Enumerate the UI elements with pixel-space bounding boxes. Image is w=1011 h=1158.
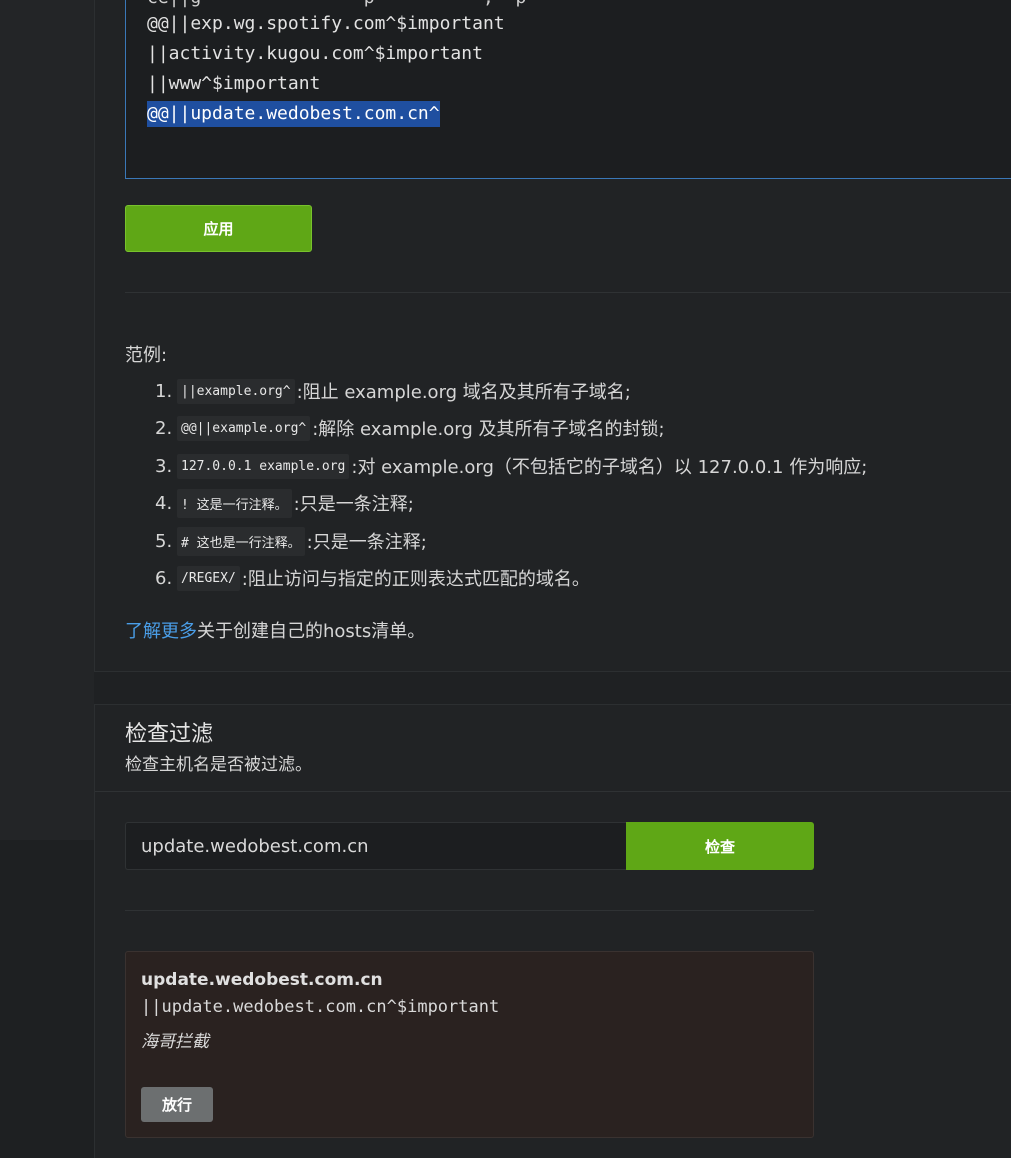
- example-item: 4. ! 这是一行注释。 :只是一条注释;: [155, 488, 414, 518]
- allow-button[interactable]: 放行: [141, 1087, 213, 1122]
- editor-line-1: @@||exp.wg.spotify.com^$important: [147, 13, 505, 34]
- example-number: 2.: [155, 417, 173, 439]
- card-header-divider: [95, 791, 1011, 792]
- example-text: :只是一条注释;: [293, 494, 414, 515]
- example-code: ||example.org^: [177, 378, 295, 404]
- example-number: 4.: [155, 492, 173, 514]
- left-background-bottom: [0, 840, 94, 1158]
- example-item: 6. /REGEX/ :阻止访问与指定的正则表达式匹配的域名。: [155, 563, 590, 593]
- editor-line-3: ||www^$important: [147, 73, 321, 94]
- example-item: 5. # 这也是一行注释。 :只是一条注释;: [155, 526, 427, 556]
- learn-more-link[interactable]: 了解更多: [125, 621, 197, 642]
- editor-line-4-selected: @@||update.wedobest.com.cn^: [147, 101, 440, 127]
- check-button[interactable]: 检查: [626, 822, 814, 870]
- example-number: 1.: [155, 380, 173, 402]
- example-code: ! 这是一行注释。: [177, 488, 292, 518]
- custom-rules-editor[interactable]: ce||g p , p @@||exp.wg.spotify.com^$impo…: [125, 0, 1011, 179]
- result-divider: [125, 910, 814, 911]
- example-number: 5.: [155, 530, 173, 552]
- learn-more-suffix: 关于创建自己的hosts清单。: [197, 621, 426, 642]
- editor-line-partial: ce||g p , p: [147, 0, 526, 11]
- hostname-input[interactable]: [125, 822, 626, 870]
- example-number: 3.: [155, 455, 173, 477]
- example-text: :阻止 example.org 域名及其所有子域名;: [296, 382, 631, 403]
- section-divider: [125, 292, 1011, 293]
- example-code: @@||example.org^: [177, 415, 311, 441]
- apply-button[interactable]: 应用: [125, 205, 312, 252]
- example-number: 6.: [155, 567, 173, 589]
- result-source: 海哥拦截: [141, 1032, 209, 1052]
- example-text: :对 example.org（不包括它的子域名）以 127.0.0.1 作为响应…: [351, 457, 868, 478]
- learn-more-text: 了解更多关于创建自己的hosts清单。: [125, 617, 425, 643]
- result-rule: ||update.wedobest.com.cn^$important: [141, 997, 500, 1017]
- examples-title: 范例:: [125, 345, 168, 366]
- example-item: 2. @@||example.org^ :解除 example.org 及其所有…: [155, 413, 665, 443]
- result-hostname: update.wedobest.com.cn: [141, 970, 383, 990]
- check-filter-title: 检查过滤: [125, 722, 214, 747]
- example-text: :阻止访问与指定的正则表达式匹配的域名。: [241, 569, 590, 590]
- editor-line-2: ||activity.kugou.com^$important: [147, 43, 483, 64]
- example-item: 1. ||example.org^ :阻止 example.org 域名及其所有…: [155, 376, 631, 406]
- example-code: # 这也是一行注释。: [177, 526, 305, 556]
- left-background: [0, 0, 94, 840]
- example-text: :解除 example.org 及其所有子域名的封锁;: [312, 419, 665, 440]
- example-text: :只是一条注释;: [306, 532, 427, 553]
- example-code: 127.0.0.1 example.org: [177, 453, 350, 479]
- example-item: 3. 127.0.0.1 example.org :对 example.org（…: [155, 451, 867, 481]
- check-filter-subtitle: 检查主机名是否被过滤。: [125, 755, 312, 775]
- example-code: /REGEX/: [177, 565, 240, 591]
